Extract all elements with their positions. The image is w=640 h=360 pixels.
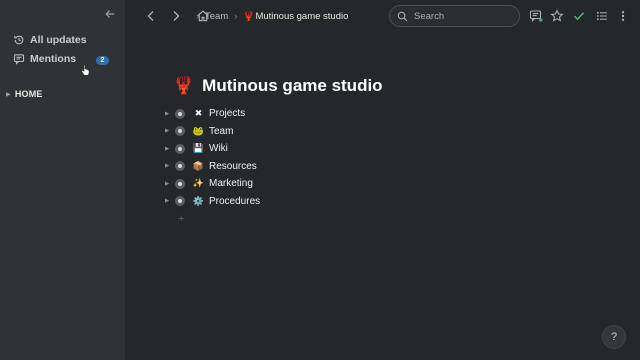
expand-caret-icon[interactable]: ▶ <box>165 181 175 187</box>
mentions-count-badge: 2 <box>96 56 109 65</box>
search-icon <box>397 11 408 21</box>
list-item-label: Team <box>209 125 234 137</box>
marketing-emoji: ✨ <box>192 178 205 189</box>
caret-right-icon: ▶ <box>6 91 11 98</box>
list-item-team[interactable]: ▶ 🐸 Team <box>165 123 260 141</box>
more-options-icon[interactable] <box>616 9 630 23</box>
breadcrumb-page-emoji: 🦞 <box>243 10 255 21</box>
list-item-projects[interactable]: ▶ ✖ Projects <box>165 105 260 123</box>
bullet-icon[interactable] <box>175 196 185 207</box>
history-icon <box>13 34 25 46</box>
bullet-icon[interactable] <box>175 108 185 119</box>
expand-caret-icon[interactable]: ▶ <box>165 198 175 204</box>
hand-cursor-icon <box>81 64 90 75</box>
expand-caret-icon[interactable]: ▶ <box>165 128 175 134</box>
page-children-list: ▶ ✖ Projects ▶ 🐸 Team ▶ 💾 Wiki ▶ 📦 Resou… <box>165 105 260 210</box>
procedures-emoji: ⚙️ <box>192 195 205 206</box>
list-view-icon[interactable] <box>595 9 609 23</box>
bullet-icon[interactable] <box>175 143 185 154</box>
comments-icon[interactable] <box>529 9 543 23</box>
team-emoji: 🐸 <box>192 125 205 136</box>
forward-arrow-icon[interactable] <box>169 9 183 23</box>
sidebar-item-all-updates[interactable]: All updates <box>13 32 87 48</box>
wiki-emoji: 💾 <box>192 143 205 154</box>
bullet-icon[interactable] <box>175 178 185 189</box>
sidebar-item-mentions[interactable]: Mentions <box>13 51 76 67</box>
list-item-label: Resources <box>209 160 257 172</box>
list-item-resources[interactable]: ▶ 📦 Resources <box>165 158 260 176</box>
comment-icon <box>13 53 25 65</box>
breadcrumb-team[interactable]: Team <box>205 11 228 22</box>
list-item-label: Projects <box>209 108 246 120</box>
back-arrow-icon[interactable] <box>144 9 158 23</box>
bullet-icon[interactable] <box>175 161 185 172</box>
resources-emoji: 📦 <box>192 160 205 171</box>
list-item-label: Procedures <box>209 195 261 207</box>
search-box[interactable] <box>389 5 520 27</box>
star-icon[interactable] <box>550 9 564 23</box>
expand-caret-icon[interactable]: ▶ <box>165 111 175 117</box>
expand-caret-icon[interactable]: ▶ <box>165 146 175 152</box>
breadcrumb-current-page[interactable]: Mutinous game studio <box>255 11 348 22</box>
sidebar-item-label: All updates <box>30 34 87 46</box>
page-title-text: Mutinous game studio <box>202 76 383 95</box>
section-label: HOME <box>14 89 43 99</box>
collapse-sidebar-icon[interactable] <box>103 8 117 22</box>
bullet-icon[interactable] <box>175 126 185 137</box>
sidebar-item-label: Mentions <box>30 53 77 65</box>
list-item-procedures[interactable]: ▶ ⚙️ Procedures <box>165 193 260 211</box>
add-child-button[interactable]: + <box>178 213 184 225</box>
sidebar: All updates Mentions 2 ▶ HOME <box>0 0 125 360</box>
list-item-label: Wiki <box>209 143 228 155</box>
sidebar-section-home[interactable]: ▶ HOME <box>6 89 43 99</box>
list-item-wiki[interactable]: ▶ 💾 Wiki <box>165 140 260 158</box>
breadcrumb: › Team › 🦞 Mutinous game studio <box>196 10 349 22</box>
projects-emoji: ✖ <box>194 108 203 119</box>
page-emoji: 🦞 <box>173 76 195 95</box>
list-item-label: Marketing <box>209 178 253 190</box>
search-input[interactable] <box>414 10 509 22</box>
page-title[interactable]: 🦞 Mutinous game studio <box>173 76 383 96</box>
list-item-marketing[interactable]: ▶ ✨ Marketing <box>165 175 260 193</box>
help-button[interactable]: ? <box>602 325 626 349</box>
expand-caret-icon[interactable]: ▶ <box>165 163 175 169</box>
check-icon[interactable] <box>572 9 586 23</box>
